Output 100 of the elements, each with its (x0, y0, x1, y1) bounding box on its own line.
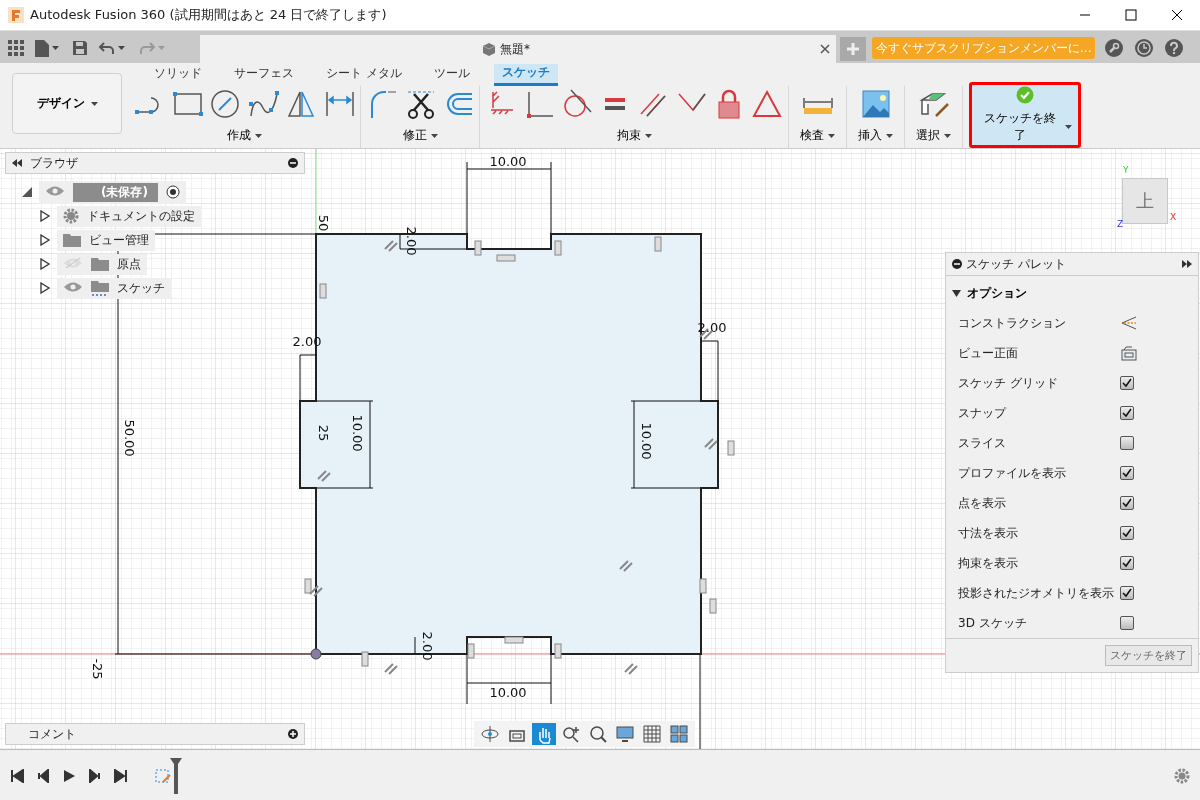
checkbox[interactable] (1120, 496, 1134, 510)
browser-item[interactable]: ビュー管理 (57, 229, 155, 251)
origin-point[interactable] (310, 648, 322, 660)
browser-panel-header[interactable]: ブラウザ (5, 152, 305, 174)
checkbox[interactable] (1120, 586, 1134, 600)
tool-group-menu[interactable]: 拘束 (610, 126, 658, 145)
tool-group-menu[interactable]: 選択 (910, 126, 957, 145)
ribbon-tab[interactable]: スケッチ (493, 64, 558, 86)
palette-header[interactable]: スケッチ パレット (946, 253, 1198, 276)
minus-icon[interactable] (952, 259, 962, 269)
dimension-label[interactable]: -25 (89, 658, 105, 680)
expand-icon[interactable] (1182, 260, 1192, 268)
option-label: 投影されたジオメトリを表示 (958, 584, 1115, 602)
settings-icon[interactable] (1174, 767, 1190, 784)
undo-icon[interactable] (98, 40, 128, 56)
ribbon-tab[interactable]: サーフェス (226, 64, 302, 86)
item-label: ビュー管理 (89, 231, 149, 249)
image-icon[interactable] (859, 88, 892, 120)
checkbox[interactable] (1120, 526, 1134, 540)
file-icon[interactable] (34, 39, 62, 57)
dimension-label[interactable]: 10.00 (349, 414, 365, 452)
dimension-label[interactable]: 50 (315, 214, 331, 232)
checkbox[interactable] (1120, 376, 1134, 390)
wrench-icon[interactable] (1105, 39, 1124, 57)
gear-icon (63, 208, 79, 224)
construction-line-icon[interactable] (1120, 316, 1138, 330)
dimension-label[interactable]: 50.00 (121, 419, 137, 457)
option-label: 点を表示 (958, 494, 1007, 512)
expand-triangle-icon[interactable] (39, 258, 51, 270)
cube-icon (482, 42, 496, 56)
constraint-icon[interactable] (704, 438, 718, 450)
document-tab[interactable]: 無題* (200, 35, 836, 63)
ribbon-tab[interactable]: ソリッド (146, 64, 210, 86)
last-frame-icon[interactable] (114, 768, 128, 783)
expand-triangle-icon[interactable] (39, 210, 51, 222)
save-icon[interactable] (72, 40, 88, 56)
browser-item[interactable]: スケッチ (57, 277, 171, 299)
folder-icon (91, 257, 109, 271)
look-at-icon[interactable] (1120, 345, 1138, 361)
step-back-icon[interactable] (36, 768, 50, 783)
checkbox[interactable] (1120, 436, 1134, 450)
timeline-marker-icon[interactable] (170, 757, 182, 794)
constraint-icon[interactable] (309, 585, 323, 597)
ribbon-tab[interactable]: ツール (425, 64, 478, 86)
checkbox[interactable] (1120, 466, 1134, 480)
option-label: スライス (958, 434, 1007, 452)
dimension-label[interactable]: 2.00 (403, 226, 419, 256)
tool-group-menu[interactable]: 挿入 (852, 126, 899, 145)
grid-icon[interactable] (640, 723, 664, 745)
dimension-label[interactable]: 10.00 (489, 153, 527, 169)
tool-group-menu[interactable]: 修正 (396, 126, 444, 145)
view-cube[interactable]: 上 (1122, 178, 1168, 224)
close-tab-icon[interactable] (820, 44, 830, 54)
caret-icon (828, 133, 835, 138)
minus-icon[interactable] (288, 158, 298, 168)
expand-triangle-icon[interactable] (39, 234, 51, 246)
monitor-icon[interactable] (613, 723, 637, 745)
viewports-icon[interactable] (667, 723, 691, 745)
dimension-label[interactable]: 10.00 (638, 422, 654, 460)
collapse-triangle-icon[interactable] (21, 186, 33, 198)
dimension-label[interactable]: 2.00 (419, 631, 435, 661)
window-title: Autodesk Fusion 360 (試用期間はあと 24 日で終了します) (30, 6, 387, 24)
clock-icon[interactable] (1135, 39, 1154, 57)
option-label: コンストラクション (958, 314, 1067, 332)
browser-item[interactable]: ドキュメントの設定 (57, 205, 201, 227)
radio-icon[interactable] (165, 185, 180, 199)
play-icon[interactable] (62, 768, 76, 783)
option-label: 3D スケッチ (958, 614, 1028, 632)
dimension-line (414, 636, 416, 655)
triangle-icon[interactable] (751, 88, 783, 120)
circle-icon[interactable] (209, 88, 241, 120)
step-forward-icon[interactable] (88, 768, 102, 783)
ribbon-tab[interactable]: シート メタル (318, 64, 410, 86)
first-frame-icon[interactable] (10, 768, 24, 783)
axis-label: Y (1123, 165, 1129, 175)
folder-icon (63, 233, 81, 247)
caret-icon (254, 133, 262, 138)
finish-sketch-button[interactable]: スケッチを終了 (969, 82, 1081, 148)
apps-grid-icon[interactable] (8, 40, 24, 56)
tangent-icon[interactable] (561, 88, 593, 120)
finish-sketch-button[interactable]: スケッチを終了 (1105, 645, 1192, 666)
tool-group-menu[interactable]: 検査 (794, 126, 841, 145)
expand-triangle-icon[interactable] (39, 282, 51, 294)
add-icon[interactable] (288, 729, 298, 739)
help-icon[interactable] (1165, 39, 1184, 57)
checkbox[interactable] (1120, 616, 1134, 630)
item-label: 原点 (117, 255, 141, 273)
checkbox[interactable] (1120, 556, 1134, 570)
section-header[interactable]: オプション (946, 276, 1033, 308)
tool-group-menu[interactable]: 作成 (220, 126, 268, 145)
axis-label: Z (1117, 219, 1124, 229)
comments-panel-header[interactable]: コメント (5, 723, 305, 745)
caret-icon (644, 133, 652, 138)
collapse-icon[interactable] (12, 159, 22, 167)
axis-label: X (1170, 212, 1177, 222)
dimension-label[interactable]: 25 (315, 424, 331, 442)
browser-item[interactable]: 原点 (57, 253, 147, 275)
dimension-label[interactable]: 10.00 (489, 684, 527, 700)
workspace-dropdown[interactable]: デザイン (12, 73, 122, 134)
checkbox[interactable] (1120, 406, 1134, 420)
